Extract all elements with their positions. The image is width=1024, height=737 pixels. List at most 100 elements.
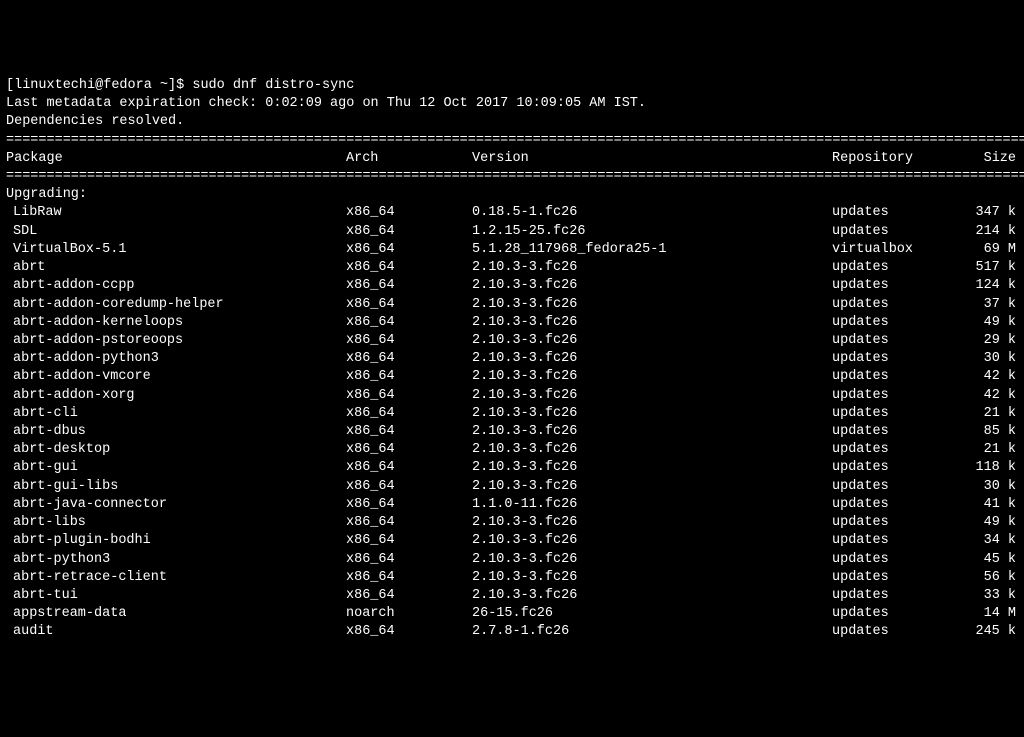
package-version: 2.10.3-3.fc26	[472, 423, 832, 441]
table-row: abrt-addon-pstoreoopsx86_642.10.3-3.fc26…	[6, 333, 1016, 348]
package-arch: x86_64	[346, 387, 472, 405]
package-version: 26-15.fc26	[472, 605, 832, 623]
package-repo: updates	[832, 332, 972, 350]
package-size: 34 k	[972, 532, 1016, 550]
package-version: 2.10.3-3.fc26	[472, 478, 832, 496]
table-row: abrt-addon-python3x86_642.10.3-3.fc26upd…	[6, 351, 1016, 366]
table-row: abrt-python3x86_642.10.3-3.fc26updates45…	[6, 552, 1016, 567]
package-name: abrt-addon-xorg	[6, 387, 346, 405]
package-arch: x86_64	[346, 350, 472, 368]
package-repo: virtualbox	[832, 241, 972, 259]
package-version: 2.10.3-3.fc26	[472, 296, 832, 314]
package-version: 2.10.3-3.fc26	[472, 441, 832, 459]
package-name: abrt-tui	[6, 587, 346, 605]
package-version: 0.18.5-1.fc26	[472, 204, 832, 222]
table-row: abrt-addon-xorgx86_642.10.3-3.fc26update…	[6, 388, 1016, 403]
package-arch: x86_64	[346, 314, 472, 332]
command-text: sudo dnf distro-sync	[192, 78, 354, 93]
package-name: abrt-addon-pstoreoops	[6, 332, 346, 350]
package-version: 2.10.3-3.fc26	[472, 332, 832, 350]
package-version: 2.10.3-3.fc26	[472, 387, 832, 405]
package-size: 49 k	[972, 314, 1016, 332]
package-arch: x86_64	[346, 478, 472, 496]
package-size: 33 k	[972, 587, 1016, 605]
table-row: LibRawx86_640.18.5-1.fc26updates347 k	[6, 205, 1016, 220]
package-version: 2.10.3-3.fc26	[472, 459, 832, 477]
package-size: 45 k	[972, 551, 1016, 569]
package-size: 85 k	[972, 423, 1016, 441]
package-size: 118 k	[972, 459, 1016, 477]
package-size: 30 k	[972, 350, 1016, 368]
package-version: 2.7.8-1.fc26	[472, 623, 832, 641]
package-repo: updates	[832, 551, 972, 569]
table-row: abrtx86_642.10.3-3.fc26updates517 k	[6, 260, 1016, 275]
package-size: 56 k	[972, 569, 1016, 587]
package-size: 214 k	[972, 223, 1016, 241]
package-arch: x86_64	[346, 459, 472, 477]
shell-prompt: [linuxtechi@fedora ~]$ sudo dnf distro-s…	[6, 78, 354, 93]
table-row: abrt-guix86_642.10.3-3.fc26updates118 k	[6, 460, 1016, 475]
table-row: abrt-retrace-clientx86_642.10.3-3.fc26up…	[6, 570, 1016, 585]
package-arch: x86_64	[346, 532, 472, 550]
package-name: abrt	[6, 259, 346, 277]
package-size: 14 M	[972, 605, 1016, 623]
package-repo: updates	[832, 277, 972, 295]
table-row: abrt-addon-ccppx86_642.10.3-3.fc26update…	[6, 278, 1016, 293]
table-row: auditx86_642.7.8-1.fc26updates245 k	[6, 624, 1016, 639]
table-row: abrt-addon-kerneloopsx86_642.10.3-3.fc26…	[6, 315, 1016, 330]
package-name: abrt-addon-ccpp	[6, 277, 346, 295]
package-name: abrt-addon-coredump-helper	[6, 296, 346, 314]
table-row: abrt-java-connectorx86_641.1.0-11.fc26up…	[6, 497, 1016, 512]
package-arch: x86_64	[346, 496, 472, 514]
package-arch: x86_64	[346, 623, 472, 641]
package-version: 2.10.3-3.fc26	[472, 259, 832, 277]
package-name: abrt-libs	[6, 514, 346, 532]
package-name: abrt-addon-vmcore	[6, 368, 346, 386]
package-repo: updates	[832, 514, 972, 532]
package-arch: x86_64	[346, 368, 472, 386]
package-repo: updates	[832, 496, 972, 514]
package-size: 124 k	[972, 277, 1016, 295]
package-arch: x86_64	[346, 514, 472, 532]
package-name: abrt-addon-python3	[6, 350, 346, 368]
package-name: abrt-gui	[6, 459, 346, 477]
package-size: 347 k	[972, 204, 1016, 222]
package-arch: x86_64	[346, 277, 472, 295]
package-arch: noarch	[346, 605, 472, 623]
package-size: 21 k	[972, 405, 1016, 423]
table-row: SDLx86_641.2.15-25.fc26updates214 k	[6, 224, 1016, 239]
header-size: Size	[972, 150, 1016, 168]
table-row: abrt-tuix86_642.10.3-3.fc26updates33 k	[6, 588, 1016, 603]
package-repo: updates	[832, 478, 972, 496]
package-arch: x86_64	[346, 223, 472, 241]
table-row: abrt-addon-coredump-helperx86_642.10.3-3…	[6, 297, 1016, 312]
package-name: SDL	[6, 223, 346, 241]
package-arch: x86_64	[346, 405, 472, 423]
table-row: abrt-clix86_642.10.3-3.fc26updates21 k	[6, 406, 1016, 421]
package-version: 2.10.3-3.fc26	[472, 368, 832, 386]
package-repo: updates	[832, 459, 972, 477]
package-version: 2.10.3-3.fc26	[472, 551, 832, 569]
package-repo: updates	[832, 314, 972, 332]
package-name: abrt-plugin-bodhi	[6, 532, 346, 550]
header-arch: Arch	[346, 150, 472, 168]
package-repo: updates	[832, 441, 972, 459]
package-arch: x86_64	[346, 551, 472, 569]
package-list: LibRawx86_640.18.5-1.fc26updates347 k SD…	[6, 204, 1018, 641]
package-name: abrt-python3	[6, 551, 346, 569]
package-size: 49 k	[972, 514, 1016, 532]
package-version: 2.10.3-3.fc26	[472, 587, 832, 605]
terminal-output: [linuxtechi@fedora ~]$ sudo dnf distro-s…	[6, 77, 1018, 642]
package-version: 1.2.15-25.fc26	[472, 223, 832, 241]
package-name: abrt-cli	[6, 405, 346, 423]
package-repo: updates	[832, 623, 972, 641]
package-size: 42 k	[972, 387, 1016, 405]
package-arch: x86_64	[346, 241, 472, 259]
package-version: 1.1.0-11.fc26	[472, 496, 832, 514]
separator-line: ========================================…	[6, 133, 1024, 148]
package-version: 2.10.3-3.fc26	[472, 569, 832, 587]
dependencies-line: Dependencies resolved.	[6, 114, 184, 129]
package-size: 42 k	[972, 368, 1016, 386]
separator-line: ========================================…	[6, 169, 1024, 184]
package-name: abrt-java-connector	[6, 496, 346, 514]
